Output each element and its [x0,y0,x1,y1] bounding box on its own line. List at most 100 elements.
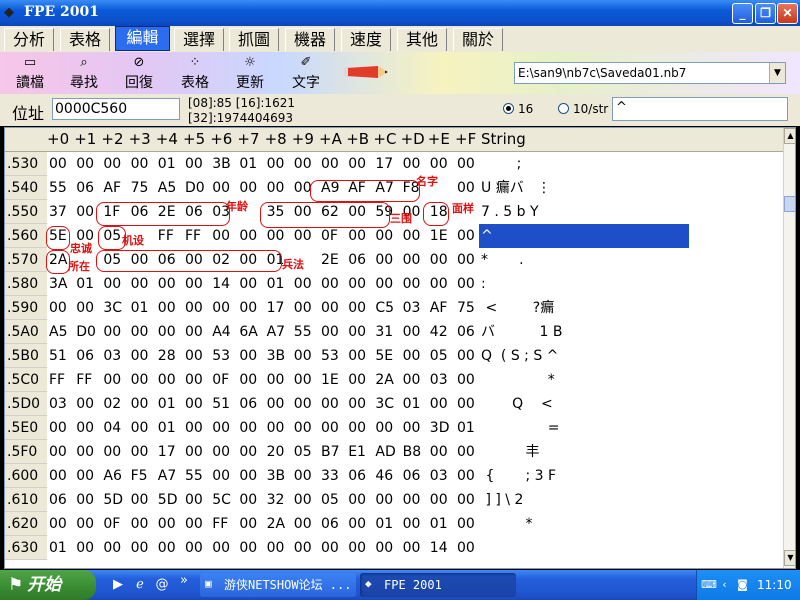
hex-cell[interactable]: FF [49,368,65,392]
hex-cell[interactable]: AF [103,176,121,200]
hex-cell[interactable]: 75 [457,296,475,320]
hex-cell[interactable]: 00 [294,176,312,200]
hex-cell[interactable]: 00 [430,248,448,272]
hex-cell[interactable]: 00 [294,296,312,320]
hex-cell[interactable]: 00 [348,296,366,320]
hex-cell[interactable]: 05 [294,440,312,464]
hex-cell[interactable]: 3B [267,344,286,368]
hex-cell[interactable]: 00 [294,344,312,368]
hex-cell[interactable]: 00 [239,296,257,320]
hex-cell[interactable]: 00 [185,272,203,296]
hex-cell[interactable]: 00 [321,392,339,416]
address-input[interactable]: 0000C560 [52,98,180,120]
hex-cell[interactable]: 00 [403,512,421,536]
hex-cell[interactable]: 00 [403,248,421,272]
hex-cell[interactable]: 00 [457,440,475,464]
hex-cell[interactable]: 00 [131,368,149,392]
hex-cell[interactable]: 00 [212,536,230,560]
hex-cell[interactable]: 01 [430,512,448,536]
hex-cell[interactable]: 00 [49,296,67,320]
hex-cell[interactable]: 00 [239,272,257,296]
tab-speed[interactable]: 速度 [341,28,391,51]
hex-cell[interactable]: 51 [49,344,67,368]
hex-cell[interactable]: F5 [131,464,148,488]
hex-cell[interactable]: 00 [103,320,121,344]
tab-analysis[interactable]: 分析 [4,28,54,51]
hex-cell[interactable]: D0 [185,176,205,200]
hex-cell[interactable]: FF [212,512,228,536]
hex-cell[interactable]: 00 [403,416,421,440]
hex-cell[interactable]: 5D [158,488,178,512]
vertical-scrollbar[interactable]: ▲ ▼ [783,128,795,568]
hex-cell[interactable]: 00 [103,368,121,392]
hex-cell[interactable]: 00 [457,272,475,296]
hex-cell[interactable]: 00 [76,392,94,416]
string-cell[interactable]: : [479,272,689,296]
hex-cell[interactable]: 00 [430,440,448,464]
find-button[interactable]: ⌕ 尋找 [66,54,102,92]
hex-cell[interactable]: 0F [103,512,120,536]
hex-cell[interactable]: 3C [103,296,122,320]
hex-cell[interactable]: 00 [131,272,149,296]
hex-cell[interactable]: 00 [212,464,230,488]
hex-cell[interactable]: 00 [76,296,94,320]
hex-cell[interactable]: D0 [76,320,96,344]
hex-cell[interactable]: 00 [294,464,312,488]
hex-cell[interactable]: 55 [294,320,312,344]
hex-cell[interactable]: 00 [239,224,257,248]
media-player-icon[interactable]: ▶ [110,577,126,593]
hex-cell[interactable]: 55 [185,464,203,488]
hex-cell[interactable]: 00 [403,320,421,344]
hex-cell[interactable]: 31 [375,320,393,344]
string-cell[interactable]: { ; 3 F [479,464,689,488]
hex-cell[interactable]: 17 [375,152,393,176]
hex-cell[interactable]: 28 [158,344,176,368]
hex-cell[interactable]: 17 [267,296,285,320]
hex-cell[interactable]: 00 [321,272,339,296]
string-cell[interactable] [479,536,689,560]
hex-cell[interactable]: 00 [239,536,257,560]
hex-cell[interactable]: 00 [76,440,94,464]
hex-cell[interactable]: 00 [294,416,312,440]
hex-cell[interactable]: 00 [76,536,94,560]
string-cell[interactable]: ] ] \ 2 [479,488,689,512]
outlook-icon[interactable]: @ [154,577,170,593]
hex-cell[interactable]: 00 [267,176,285,200]
hex-cell[interactable]: 00 [212,440,230,464]
hex-cell[interactable]: 00 [158,512,176,536]
hex-cell[interactable]: 00 [321,320,339,344]
hex-cell[interactable]: 00 [76,416,94,440]
hex-cell[interactable]: 03 [103,344,121,368]
restore-button[interactable]: ❐ [755,3,776,24]
hex-cell[interactable]: 00 [185,488,203,512]
hex-cell[interactable]: 06 [348,464,366,488]
hex-cell[interactable]: 00 [321,536,339,560]
hex-cell[interactable]: 00 [131,344,149,368]
hex-cell[interactable]: 46 [375,464,393,488]
hex-cell[interactable]: 00 [76,488,94,512]
hex-cell[interactable]: 00 [239,464,257,488]
hex-cell[interactable]: 00 [185,440,203,464]
string-cell[interactable]: < ?瘺 [479,296,689,320]
hex-cell[interactable]: 00 [158,320,176,344]
hex-cell[interactable]: 00 [131,320,149,344]
string-cell[interactable]: ; [479,152,689,176]
hex-cell[interactable]: 6A [239,320,257,344]
string-cell[interactable]: * [479,368,689,392]
hex-cell[interactable]: 00 [375,536,393,560]
hex-cell[interactable]: 00 [457,344,475,368]
hex-cell[interactable]: 00 [212,224,230,248]
hex-cell[interactable]: 00 [76,152,94,176]
hex-cell[interactable]: 32 [267,488,285,512]
tab-select[interactable]: 選擇 [174,28,224,51]
hex-cell[interactable]: 20 [267,440,285,464]
hex-cell[interactable]: 00 [348,344,366,368]
hex-cell[interactable]: 06 [403,464,421,488]
hex-cell[interactable]: 01 [158,416,176,440]
hex-cell[interactable]: 00 [457,368,475,392]
hex-cell[interactable]: 05 [430,344,448,368]
hex-cell[interactable]: 00 [348,320,366,344]
hex-cell[interactable]: 14 [430,536,448,560]
hex-cell[interactable]: 03 [49,392,67,416]
hex-cell[interactable]: 00 [158,272,176,296]
